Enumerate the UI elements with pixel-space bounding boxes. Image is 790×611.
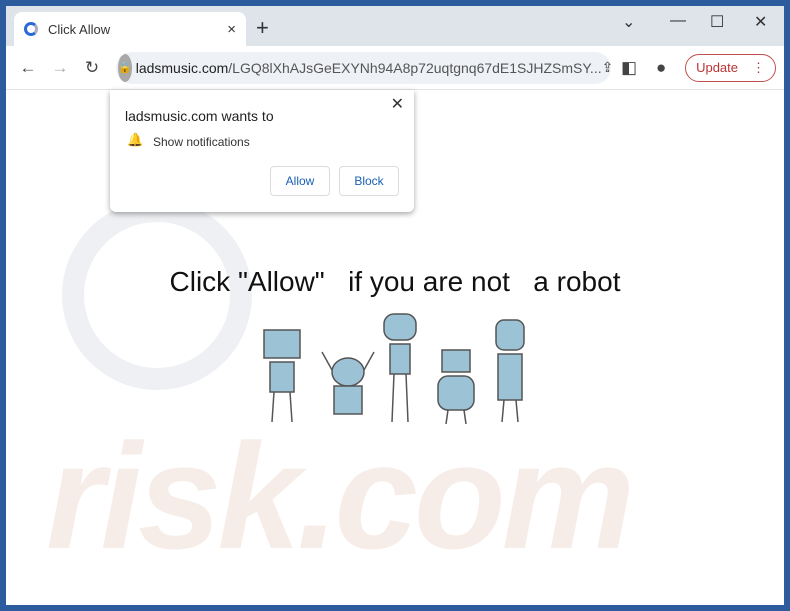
minimize-button[interactable]: — bbox=[670, 12, 686, 30]
robot-4 bbox=[437, 349, 475, 425]
browser-window: Click Allow × + ⌄ — ☐ ✕ ← → ↻ 🔒 ladsmusi… bbox=[6, 6, 784, 605]
new-tab-button[interactable]: + bbox=[256, 15, 269, 41]
url-path: /LGQ8lXhAJsGeEXYNh94A8p72uqtgnq67dE1SJHZ… bbox=[228, 59, 602, 76]
reload-button[interactable]: ↻ bbox=[78, 58, 106, 78]
robot-3 bbox=[383, 313, 417, 423]
update-label: Update bbox=[696, 60, 738, 75]
favicon-icon bbox=[24, 22, 38, 36]
url-domain: ladsmusic.com bbox=[135, 59, 229, 76]
block-button[interactable]: Block bbox=[339, 166, 399, 196]
headline: Click "Allow" if you are not a robot bbox=[169, 266, 621, 297]
maximize-button[interactable]: ☐ bbox=[710, 12, 724, 32]
notification-permission-popup: ladsmusic.com wants to ✕ 🔔 Show notifica… bbox=[110, 90, 414, 212]
robot-1 bbox=[263, 329, 301, 423]
popup-close-button[interactable]: ✕ bbox=[391, 94, 404, 114]
tab-click-allow[interactable]: Click Allow × bbox=[14, 12, 246, 46]
watermark: risk.com bbox=[46, 412, 635, 580]
tab-bar: Click Allow × + ⌄ — ☐ ✕ bbox=[6, 6, 784, 46]
tab-title: Click Allow bbox=[48, 21, 111, 37]
menu-icon[interactable]: ⋮ bbox=[752, 60, 765, 76]
robots-illustration bbox=[263, 313, 525, 425]
profile-icon[interactable]: ● bbox=[647, 58, 675, 78]
toolbar: ← → ↻ 🔒 ladsmusic.com /LGQ8lXhAJsGeEXYNh… bbox=[6, 46, 784, 90]
back-button[interactable]: ← bbox=[14, 58, 42, 78]
side-panel-icon[interactable]: ◧ bbox=[615, 58, 643, 78]
page-content: risk.com ladsmusic.com wants to ✕ 🔔 Show… bbox=[6, 90, 784, 605]
forward-button[interactable]: → bbox=[46, 58, 74, 78]
update-button[interactable]: Update ⋮ bbox=[685, 53, 776, 82]
close-window-button[interactable]: ✕ bbox=[754, 12, 767, 32]
allow-button[interactable]: Allow bbox=[270, 166, 330, 196]
address-bar[interactable]: 🔒 ladsmusic.com /LGQ8lXhAJsGeEXYNh94A8p7… bbox=[116, 51, 612, 84]
robot-2 bbox=[321, 351, 375, 415]
tab-search-button[interactable]: ⌄ bbox=[622, 12, 635, 32]
tab-close-icon[interactable]: × bbox=[227, 21, 236, 38]
bell-icon: 🔔 bbox=[127, 132, 144, 147]
permission-label: Show notifications bbox=[153, 135, 250, 149]
robot-5 bbox=[495, 319, 525, 423]
share-icon[interactable]: ⇪ bbox=[602, 59, 611, 76]
lock-icon[interactable]: 🔒 bbox=[118, 53, 132, 82]
popup-title: ladsmusic.com wants to bbox=[125, 108, 274, 124]
